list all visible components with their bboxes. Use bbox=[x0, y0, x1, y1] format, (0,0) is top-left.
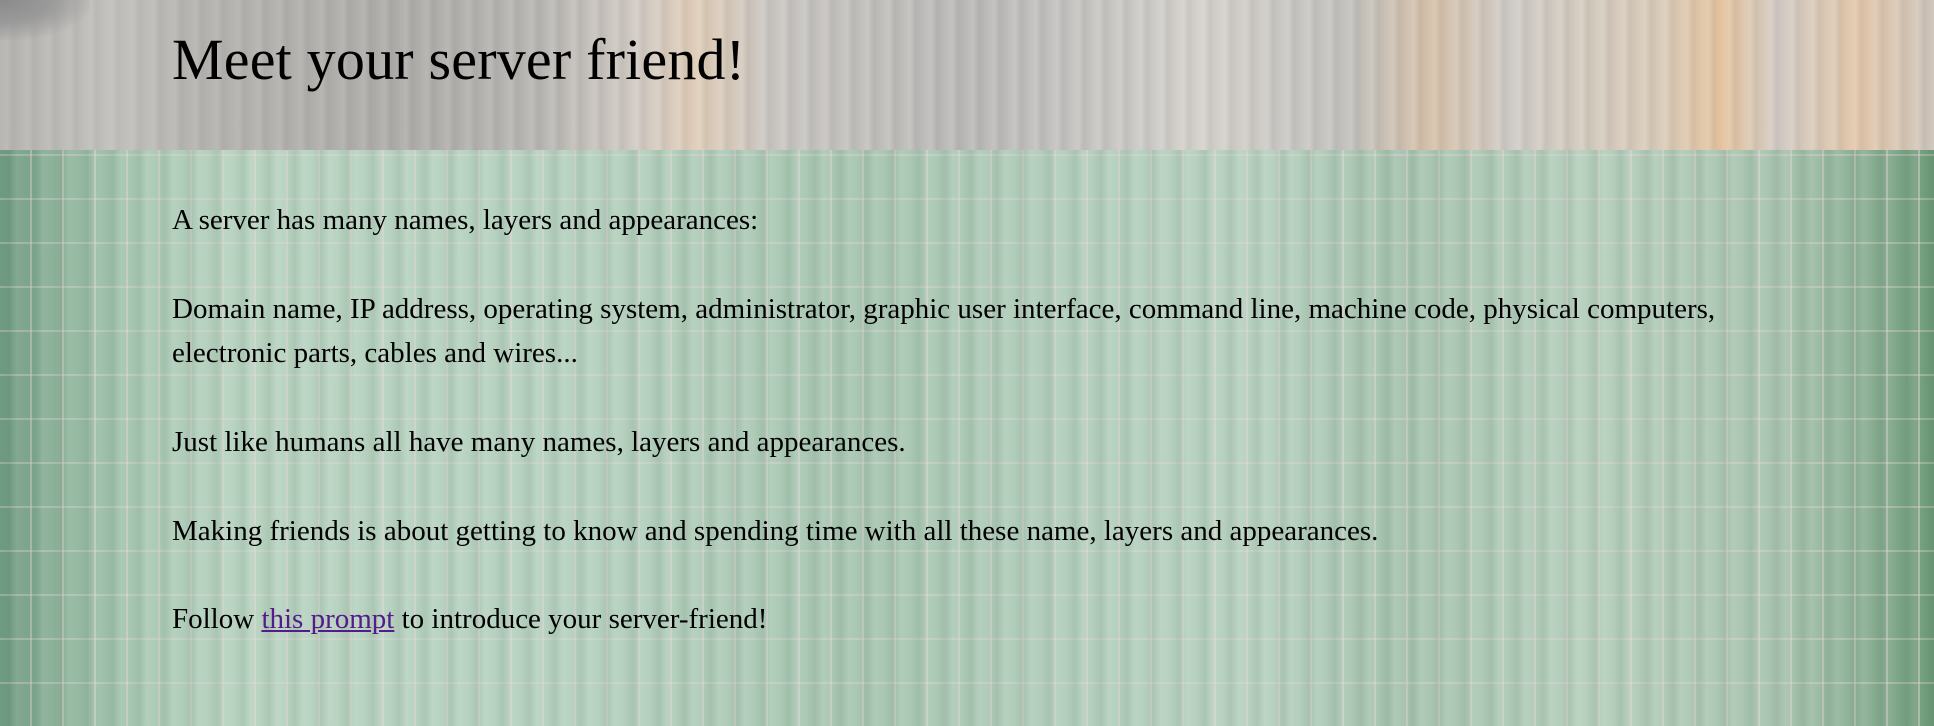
follow-text-after: to introduce your server-friend! bbox=[394, 603, 768, 635]
main-content: Meet your server friend! A server has ma… bbox=[172, 0, 1772, 635]
follow-text-before: Follow bbox=[172, 603, 262, 635]
humans-paragraph: Just like humans all have many names, la… bbox=[172, 426, 906, 458]
intro-paragraph: A server has many names, layers and appe… bbox=[172, 204, 759, 236]
friends-paragraph: Making friends is about getting to know … bbox=[172, 515, 1379, 547]
page-title: Meet your server friend! bbox=[172, 27, 746, 92]
layers-paragraph: Domain name, IP address, operating syste… bbox=[172, 293, 1716, 369]
follow-paragraph: Follow this prompt to introduce your ser… bbox=[172, 597, 1732, 641]
prompt-link[interactable]: this prompt bbox=[261, 603, 394, 635]
background-corner bbox=[0, 0, 90, 40]
